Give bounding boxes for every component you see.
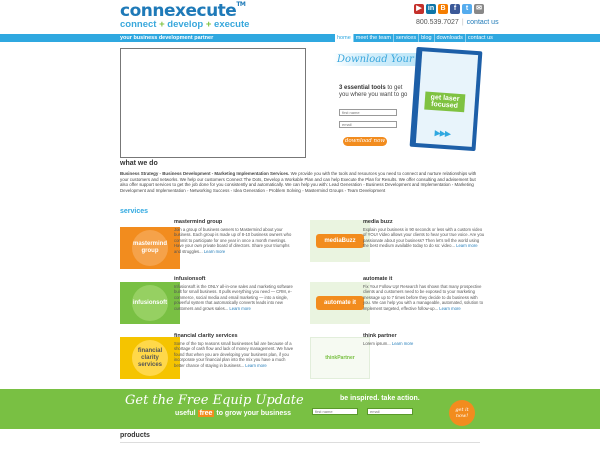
service-desc-mastermind: Join a group of business owners to Maste…	[174, 227, 292, 254]
mastermind-group-badge: mastermind group	[132, 230, 168, 266]
service-name-think-partner[interactable]: think partner	[363, 333, 397, 339]
banner-first-name-field[interactable]: first name	[312, 408, 358, 415]
service-desc-financial-clarity: Some of the top reasons small businesses…	[174, 341, 294, 368]
hero-email-field[interactable]: email	[339, 121, 397, 128]
nav-item-services[interactable]: services	[392, 34, 418, 42]
equip-update-banner: Get the Free Equip Update useful free to…	[0, 389, 600, 429]
mastermind-group-image[interactable]: mastermind group	[120, 227, 180, 269]
media-buzz-image[interactable]: mediaBuzz	[310, 220, 370, 262]
automate-it-badge: automate it	[316, 296, 364, 310]
play-arrows-icon: ▶▶▶	[434, 128, 451, 139]
logo-text: connexecute	[120, 1, 237, 21]
nav-item-downloads[interactable]: downloads	[433, 34, 465, 42]
what-we-do-lead: Business Strategy - Business Development…	[120, 171, 290, 176]
infusionsoft-badge: infusionsoft	[132, 285, 168, 321]
service-name-automate-it[interactable]: automate it	[363, 276, 392, 282]
download-now-button[interactable]: download now	[343, 137, 387, 146]
service-name-financial-clarity[interactable]: financial clarity services	[174, 333, 238, 339]
page: connexecuteTM connect + develop + execut…	[0, 0, 600, 450]
blogger-icon[interactable]: B	[438, 4, 448, 14]
ebook-label: get laser focused	[424, 91, 466, 113]
banner-sub-free: free	[197, 410, 215, 417]
service-desc-think-partner: Lorem ipsum... Learn more	[363, 341, 414, 346]
banner-subtitle: useful free to grow your business	[175, 410, 291, 417]
banner-sub-before: useful	[175, 410, 196, 417]
learn-more-link[interactable]: Learn more	[204, 249, 225, 254]
banner-title: Get the Free Equip Update	[125, 393, 304, 408]
header-contact-link[interactable]: contact us	[467, 19, 499, 26]
ebook-cover-image: get laser focused ▶▶▶	[409, 46, 483, 152]
nav-item-contact-us[interactable]: contact us	[464, 34, 495, 42]
learn-more-link[interactable]: Learn more	[456, 243, 477, 248]
what-we-do-text: Business Strategy - Business Development…	[120, 171, 480, 193]
nav-item-meet-the-team[interactable]: meet the team	[352, 34, 393, 42]
services-heading: services	[120, 208, 149, 215]
financial-clarity-badge: financial clarity services	[132, 340, 168, 376]
service-name-infusionsoft[interactable]: infusionsoft	[174, 276, 205, 282]
tagline-develop: develop	[167, 19, 204, 30]
tagline-plus: +	[159, 19, 165, 30]
hero-first-name-field[interactable]: first name	[339, 109, 397, 116]
nav-tagline: your business development partner	[120, 35, 214, 41]
media-buzz-badge: mediaBuzz	[316, 234, 364, 248]
think-partner-badge: thinkPartner	[325, 354, 355, 361]
tagline-plus: +	[205, 19, 212, 30]
banner-sub-after: to grow your business	[216, 410, 292, 417]
service-desc-media-buzz: Explain your business in 90 seconds or l…	[363, 227, 485, 249]
learn-more-link[interactable]: Learn more	[392, 341, 413, 346]
learn-more-link[interactable]: Learn more	[439, 306, 460, 311]
automate-it-image[interactable]: automate it	[310, 282, 370, 324]
learn-more-link[interactable]: Learn more	[229, 306, 250, 311]
service-name-mastermind[interactable]: mastermind group	[174, 219, 222, 225]
social-links: ▶ in B f t ✉	[414, 4, 484, 14]
site-header: connexecuteTM connect + develop + execut…	[0, 0, 600, 34]
banner-email-field[interactable]: email	[367, 408, 413, 415]
products-heading: products	[120, 432, 150, 439]
site-logo[interactable]: connexecuteTM	[120, 1, 246, 21]
email-icon[interactable]: ✉	[474, 4, 484, 14]
tools-line2: you where you want to go	[339, 92, 408, 98]
contact-line: 800.539.7027 | contact us	[416, 19, 499, 26]
learn-more-link[interactable]: Learn more	[245, 363, 266, 368]
get-it-now-button[interactable]: get it now!	[449, 400, 475, 426]
what-we-do-heading: what we do	[120, 160, 158, 167]
twitter-icon[interactable]: t	[462, 4, 472, 14]
service-desc-infusionsoft: Infusionsoft is the ONLY all-in-one sale…	[174, 284, 293, 311]
service-desc-automate-it: Fix Your Follow Up! Research has shown t…	[363, 284, 484, 311]
tools-text: 3 essential tools to get you where you w…	[339, 85, 407, 99]
facebook-icon[interactable]: f	[450, 4, 460, 14]
phone-number: 800.539.7027	[416, 19, 459, 26]
tools-line1-end: to get	[385, 85, 403, 91]
products-divider	[120, 442, 480, 443]
financial-clarity-image[interactable]: financial clarity services	[120, 337, 180, 379]
main-nav-bar: your business development partner home m…	[0, 34, 600, 42]
logo-trademark: TM	[236, 1, 246, 8]
nav-item-blog[interactable]: blog	[418, 34, 433, 42]
think-partner-image[interactable]: thinkPartner	[310, 337, 370, 379]
tagline-connect: connect	[120, 19, 157, 30]
main-menu: home meet the team services blog downloa…	[335, 34, 495, 42]
nav-item-home[interactable]: home	[335, 34, 353, 42]
linkedin-icon[interactable]: in	[426, 4, 436, 14]
tools-highlight: 3 essential tools	[339, 85, 386, 91]
infusionsoft-image[interactable]: infusionsoft	[120, 282, 180, 324]
service-name-media-buzz[interactable]: media buzz	[363, 219, 393, 225]
banner-inspired-text: be inspired. take action.	[340, 395, 420, 402]
tagline-execute: execute	[214, 19, 250, 30]
hero-video-placeholder[interactable]	[120, 48, 306, 158]
logo-tagline: connect + develop + execute	[120, 19, 249, 30]
download-form-panel: Download Your Free 3 essential tools to …	[333, 46, 483, 158]
youtube-icon[interactable]: ▶	[414, 4, 424, 14]
